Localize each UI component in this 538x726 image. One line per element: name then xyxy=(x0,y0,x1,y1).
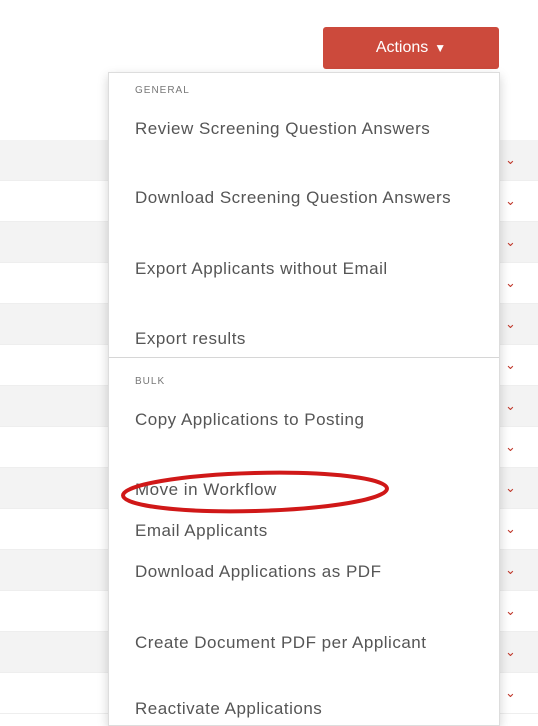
menu-item-create-document-pdf-per-applicant[interactable]: Create Document PDF per Applicant xyxy=(135,628,483,657)
menu-divider xyxy=(109,357,499,358)
menu-section-header-bulk: BULK xyxy=(135,376,166,387)
menu-item-download-screening-answers[interactable]: Download Screening Question Answers xyxy=(135,183,483,212)
chevron-down-icon[interactable]: ⌄ xyxy=(505,234,516,250)
menu-item-review-screening-answers[interactable]: Review Screening Question Answers xyxy=(135,114,483,143)
chevron-down-icon[interactable]: ⌄ xyxy=(505,398,516,414)
menu-item-download-applications-as-pdf[interactable]: Download Applications as PDF xyxy=(135,557,483,586)
menu-item-export-results[interactable]: Export results xyxy=(135,324,483,353)
actions-button[interactable]: Actions ▼ xyxy=(323,27,499,69)
menu-item-reactivate-applications[interactable]: Reactivate Applications xyxy=(135,694,483,723)
menu-section-header-general: GENERAL xyxy=(135,85,190,96)
chevron-down-icon[interactable]: ⌄ xyxy=(505,275,516,291)
actions-dropdown-menu: GENERAL Review Screening Question Answer… xyxy=(108,72,500,726)
menu-item-email-applicants[interactable]: Email Applicants xyxy=(135,516,483,545)
menu-item-copy-applications-to-posting[interactable]: Copy Applications to Posting xyxy=(135,405,483,434)
chevron-down-icon[interactable]: ⌄ xyxy=(505,562,516,578)
chevron-down-icon[interactable]: ⌄ xyxy=(505,152,516,168)
chevron-down-icon[interactable]: ⌄ xyxy=(505,685,516,701)
chevron-down-icon[interactable]: ⌄ xyxy=(505,316,516,332)
chevron-down-icon[interactable]: ⌄ xyxy=(505,603,516,619)
chevron-down-icon[interactable]: ⌄ xyxy=(505,439,516,455)
menu-item-move-in-workflow[interactable]: Move in Workflow xyxy=(135,475,483,504)
chevron-down-icon[interactable]: ⌄ xyxy=(505,521,516,537)
chevron-down-icon: ▼ xyxy=(434,41,447,55)
chevron-down-icon[interactable]: ⌄ xyxy=(505,193,516,209)
chevron-down-icon[interactable]: ⌄ xyxy=(505,480,516,496)
chevron-down-icon[interactable]: ⌄ xyxy=(505,644,516,660)
menu-item-export-applicants-without-email[interactable]: Export Applicants without Email xyxy=(135,254,483,283)
chevron-down-icon[interactable]: ⌄ xyxy=(505,357,516,373)
actions-button-label: Actions xyxy=(375,39,429,56)
